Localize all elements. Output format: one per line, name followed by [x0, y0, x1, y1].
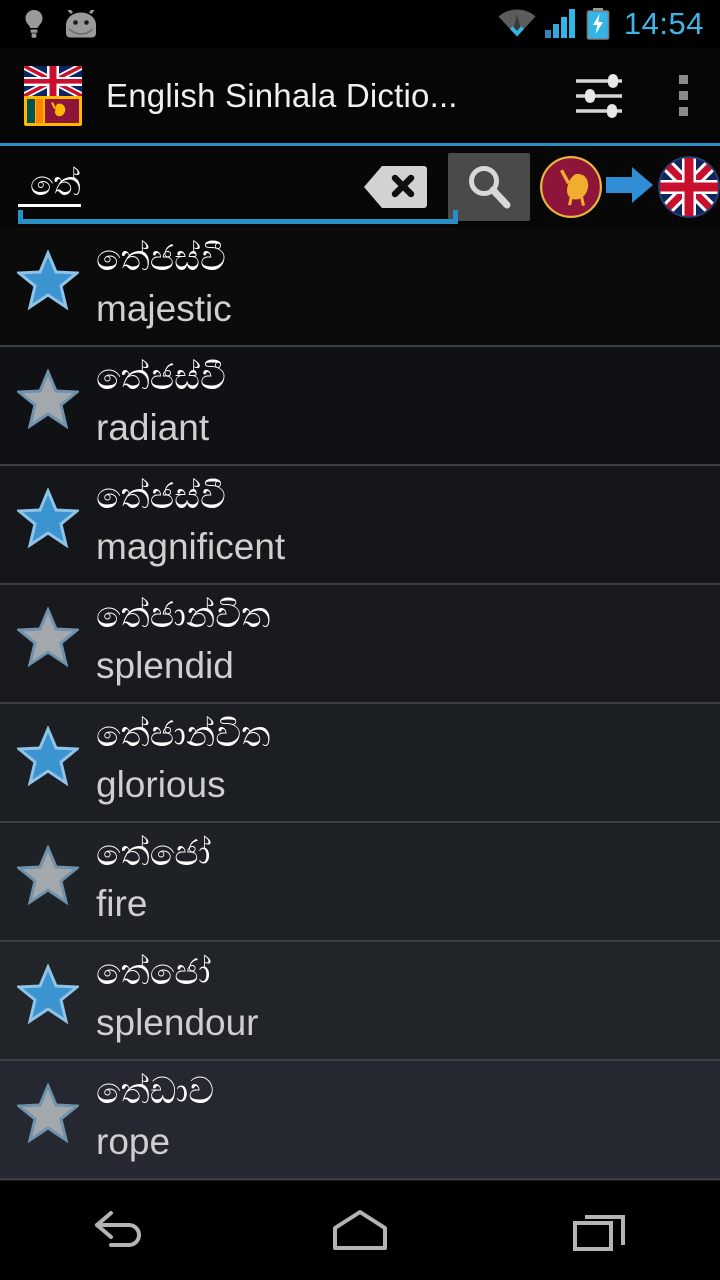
sinhala-word: තේජස්වී: [96, 476, 226, 517]
english-word: radiant: [96, 407, 210, 448]
status-bar-right-icons: 14:54: [498, 6, 720, 42]
action-bar-actions: [554, 48, 720, 143]
overflow-dot: [678, 91, 688, 100]
android-face-icon: [64, 10, 98, 38]
action-bar: English Sinhala Dictio...: [0, 48, 720, 143]
lightbulb-icon: [22, 8, 46, 40]
english-word: splendour: [96, 1002, 259, 1043]
sinhala-word: තේජස්වී: [96, 357, 226, 398]
cellular-signal-icon: [544, 9, 577, 39]
entry-text: තේජස්වී radiant: [96, 353, 226, 451]
favorite-star-icon[interactable]: [0, 591, 96, 667]
recent-apps-icon: [573, 1214, 625, 1251]
entry-text: තේජෝ splendour: [96, 948, 259, 1046]
overflow-dot: [678, 75, 688, 84]
sinhala-word: තේඩාව: [96, 1071, 215, 1112]
battery-charging-icon: [586, 8, 610, 40]
english-word: majestic: [96, 288, 232, 329]
english-word: glorious: [96, 764, 226, 805]
list-item[interactable]: තේජස්වී magnificent: [0, 466, 720, 585]
sri-lanka-lion-flag-icon[interactable]: [540, 156, 602, 218]
entry-text: තේජස්වී majestic: [96, 234, 232, 332]
phone-screen: 14:54 English Sinhala Dictio... තේ තේජස්…: [0, 0, 720, 1280]
entry-text: තේජාන්විත splendid: [96, 591, 270, 689]
list-item[interactable]: තේජෝ splendour: [0, 942, 720, 1061]
uk-srilanka-flag-icon[interactable]: [24, 65, 82, 126]
nav-back-button[interactable]: [30, 1181, 210, 1280]
list-item[interactable]: තේජෝ fire: [0, 823, 720, 942]
arrow-right-icon: [604, 162, 656, 213]
favorite-star-icon[interactable]: [0, 353, 96, 429]
sinhala-word: තේජාන්විත: [96, 595, 271, 636]
search-input-underline: [18, 210, 458, 224]
tune-sliders-icon[interactable]: [554, 48, 646, 143]
sinhala-word: තේජස්වී: [96, 238, 226, 279]
entry-text: තේජස්වී magnificent: [96, 472, 285, 570]
favorite-star-icon[interactable]: [0, 710, 96, 786]
uk-flag-icon[interactable]: [658, 156, 720, 218]
nav-home-button[interactable]: [270, 1181, 450, 1280]
favorite-star-icon[interactable]: [0, 234, 96, 310]
nav-recents-button[interactable]: [510, 1181, 690, 1280]
home-icon: [333, 1209, 387, 1250]
list-item[interactable]: තේජස්වී majestic: [0, 228, 720, 347]
favorite-star-icon[interactable]: [0, 948, 96, 1024]
search-bar: තේ: [0, 146, 720, 228]
overflow-dot: [678, 107, 688, 116]
favorite-star-icon[interactable]: [0, 1067, 96, 1143]
overflow-menu-icon[interactable]: [646, 48, 720, 143]
search-input[interactable]: තේ: [18, 152, 458, 224]
sinhala-word: තේජෝ: [96, 833, 211, 874]
english-word: rope: [96, 1121, 171, 1162]
search-input-value: තේ: [18, 166, 81, 207]
android-navigation-bar: [0, 1180, 720, 1280]
status-bar: 14:54: [0, 0, 720, 48]
search-icon: [469, 166, 511, 209]
entry-text: තේජෝ fire: [96, 829, 210, 927]
word-result-list[interactable]: තේජස්වී majestic තේජස්වී radiant තේජස්වී…: [0, 228, 720, 1180]
english-word: splendid: [96, 645, 234, 686]
english-word: fire: [96, 883, 148, 924]
entry-text: තේජාන්විත glorious: [96, 710, 270, 808]
list-item[interactable]: තේජාන්විත splendid: [0, 585, 720, 704]
english-word: magnificent: [96, 526, 286, 567]
wifi-icon: [498, 9, 536, 39]
back-arrow-icon: [95, 1210, 141, 1247]
clear-backspace-icon[interactable]: [362, 164, 428, 210]
page-title: English Sinhala Dictio...: [106, 76, 458, 114]
favorite-star-icon[interactable]: [0, 829, 96, 905]
status-bar-left-icons: [0, 8, 98, 40]
list-item[interactable]: තේජස්වී radiant: [0, 347, 720, 466]
language-direction[interactable]: [540, 156, 720, 218]
sinhala-word: තේජාන්විත: [96, 714, 271, 755]
list-item[interactable]: තේජාන්විත glorious: [0, 704, 720, 823]
entry-text: තේඩාව rope: [96, 1067, 214, 1165]
list-item[interactable]: තේඩාව rope: [0, 1061, 720, 1180]
sinhala-word: තේජෝ: [96, 952, 211, 993]
favorite-star-icon[interactable]: [0, 472, 96, 548]
search-button[interactable]: [448, 153, 530, 221]
status-bar-clock: 14:54: [623, 6, 704, 41]
